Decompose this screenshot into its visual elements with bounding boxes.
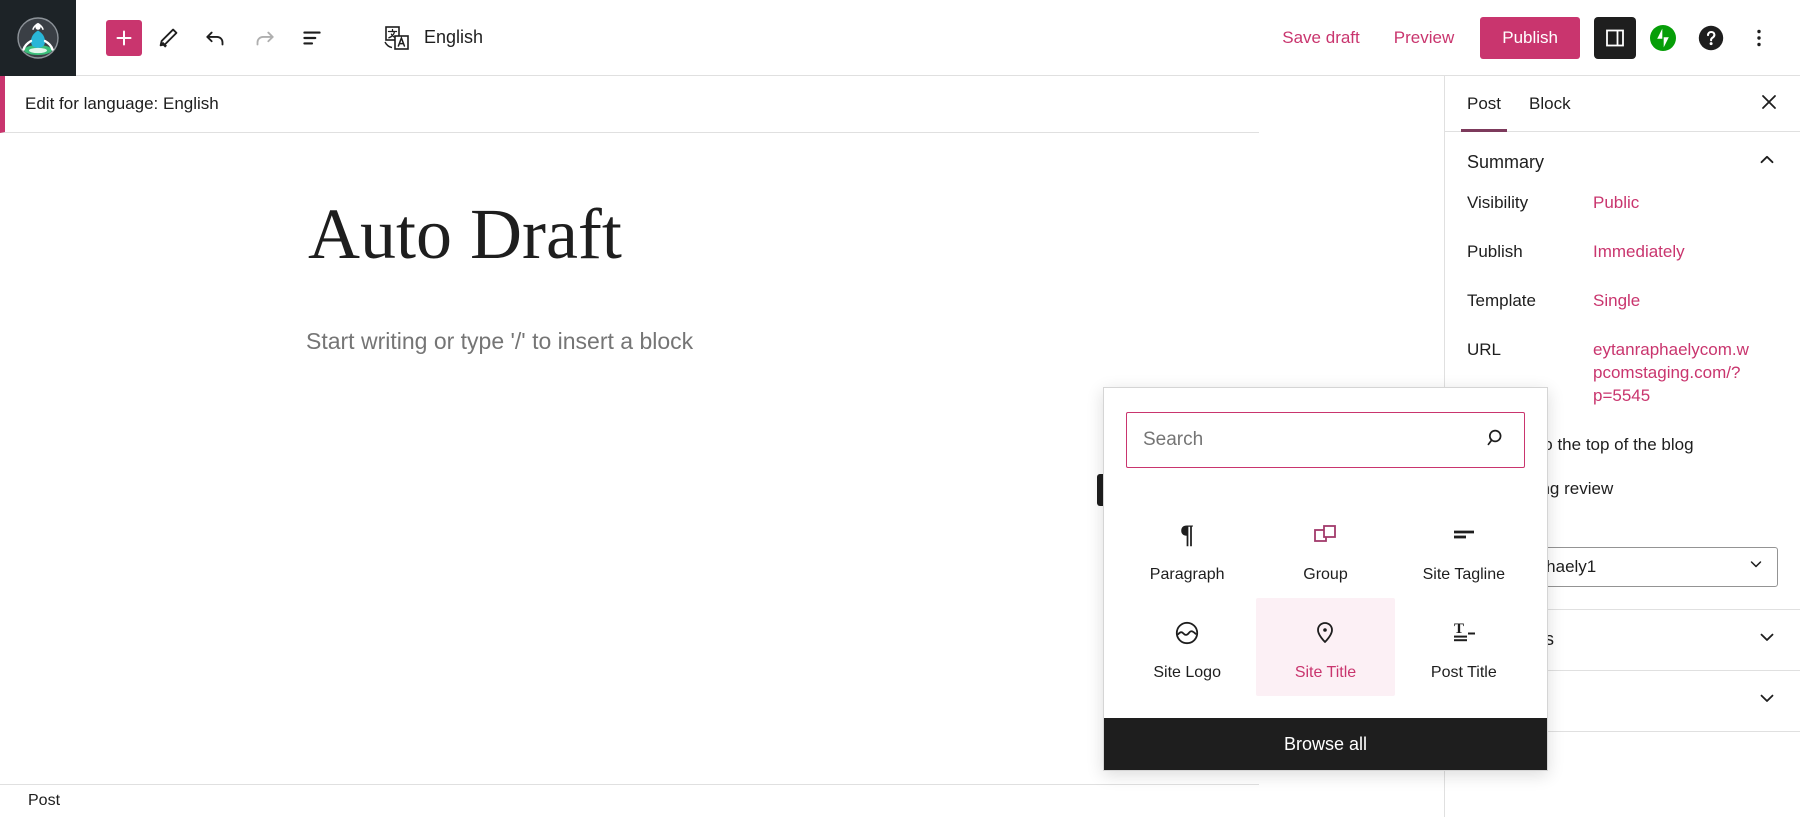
more-options-button[interactable] bbox=[1738, 17, 1780, 59]
block-item-paragraph[interactable]: ¶ Paragraph bbox=[1118, 500, 1256, 598]
summary-panel-header[interactable]: Summary bbox=[1445, 132, 1800, 192]
svg-text:¶: ¶ bbox=[1180, 520, 1194, 549]
tools-edit-button[interactable] bbox=[146, 16, 190, 60]
block-item-group[interactable]: Group bbox=[1256, 500, 1394, 598]
block-label: Site Tagline bbox=[1423, 566, 1505, 584]
svg-text:T: T bbox=[1454, 621, 1464, 637]
notice-text: Edit for language: English bbox=[25, 94, 219, 114]
wordpress-block-editor: English Save draft Preview Publish bbox=[0, 0, 1800, 817]
tab-post[interactable]: Post bbox=[1453, 76, 1515, 132]
close-icon bbox=[1758, 91, 1780, 113]
block-item-post-title[interactable]: T Post Title bbox=[1395, 598, 1533, 696]
editor-status-bar: Post bbox=[0, 784, 1259, 817]
visibility-value[interactable]: Public bbox=[1593, 192, 1753, 215]
chevron-down-icon bbox=[1747, 555, 1765, 578]
preview-button[interactable]: Preview bbox=[1380, 20, 1468, 56]
block-item-site-logo[interactable]: Site Logo bbox=[1118, 598, 1256, 696]
summary-row-template: Template Single bbox=[1445, 290, 1800, 313]
chevron-down-icon bbox=[1756, 626, 1778, 653]
editor-top-toolbar: English Save draft Preview Publish bbox=[0, 0, 1800, 76]
editor-canvas[interactable]: Auto Draft Start writing or type '/' to … bbox=[0, 133, 1259, 684]
yoga-site-logo-icon bbox=[15, 15, 61, 61]
inserter-search-wrap bbox=[1104, 388, 1547, 482]
list-view-button[interactable] bbox=[290, 16, 334, 60]
block-label: Site Title bbox=[1295, 664, 1356, 682]
redo-icon bbox=[251, 25, 277, 51]
summary-title: Summary bbox=[1467, 152, 1544, 173]
inserter-search-input[interactable] bbox=[1143, 429, 1484, 451]
post-title-field[interactable]: Auto Draft bbox=[308, 195, 622, 274]
breadcrumb[interactable]: Post bbox=[28, 792, 60, 810]
paragraph-block-placeholder[interactable]: Start writing or type '/' to insert a bl… bbox=[306, 328, 693, 355]
publish-date-value[interactable]: Immediately bbox=[1593, 241, 1753, 264]
sidebar-tablist: Post Block bbox=[1445, 76, 1800, 132]
url-label: URL bbox=[1467, 339, 1593, 360]
chevron-down-icon bbox=[1756, 687, 1778, 714]
chevron-up-icon bbox=[1756, 149, 1778, 176]
help-button[interactable] bbox=[1690, 17, 1732, 59]
block-label: Paragraph bbox=[1150, 566, 1225, 584]
url-value[interactable]: eytanraphaelycom.wpcomstaging.com/?p=554… bbox=[1593, 339, 1753, 408]
undo-icon bbox=[203, 25, 229, 51]
save-draft-button[interactable]: Save draft bbox=[1268, 20, 1374, 56]
inserter-search-box[interactable] bbox=[1126, 412, 1525, 468]
plus-icon bbox=[114, 28, 134, 48]
settings-sidebar-toggle[interactable] bbox=[1594, 17, 1636, 59]
block-label: Group bbox=[1303, 566, 1347, 584]
language-edit-notice: Edit for language: English bbox=[0, 76, 1259, 133]
pencil-icon bbox=[155, 25, 181, 51]
add-block-button[interactable] bbox=[106, 20, 142, 56]
publish-button[interactable]: Publish bbox=[1480, 17, 1580, 59]
close-sidebar-button[interactable] bbox=[1746, 81, 1792, 126]
summary-row-publish: Publish Immediately bbox=[1445, 241, 1800, 264]
jetpack-icon bbox=[1649, 24, 1677, 52]
toolbar-left-group: English bbox=[76, 16, 483, 60]
block-label: Post Title bbox=[1431, 664, 1497, 682]
undo-button[interactable] bbox=[194, 16, 238, 60]
three-dots-vertical-icon bbox=[1747, 26, 1771, 50]
summary-row-visibility: Visibility Public bbox=[1445, 192, 1800, 215]
translate-icon bbox=[382, 23, 412, 53]
template-label: Template bbox=[1467, 290, 1593, 311]
site-logo-button[interactable] bbox=[0, 0, 76, 76]
site-title-icon bbox=[1311, 616, 1339, 650]
redo-button[interactable] bbox=[242, 16, 286, 60]
language-switcher[interactable]: English bbox=[382, 23, 483, 53]
site-tagline-icon bbox=[1449, 518, 1479, 552]
post-title-icon: T bbox=[1449, 616, 1479, 650]
template-value[interactable]: Single bbox=[1593, 290, 1753, 313]
block-inserter-popover: ¶ Paragraph Group bbox=[1103, 387, 1548, 771]
visibility-label: Visibility bbox=[1467, 192, 1593, 213]
browse-all-button[interactable]: Browse all bbox=[1104, 718, 1547, 770]
help-icon bbox=[1697, 24, 1725, 52]
sidebar-panel-icon bbox=[1603, 26, 1627, 50]
tab-block[interactable]: Block bbox=[1515, 76, 1585, 132]
block-label: Site Logo bbox=[1153, 664, 1221, 682]
language-label: English bbox=[424, 27, 483, 48]
group-icon bbox=[1311, 518, 1339, 552]
block-item-site-title[interactable]: Site Title bbox=[1256, 598, 1394, 696]
paragraph-icon: ¶ bbox=[1173, 518, 1201, 552]
toolbar-right-group: Save draft Preview Publish bbox=[1268, 17, 1800, 59]
inserter-block-grid: ¶ Paragraph Group bbox=[1104, 482, 1547, 718]
jetpack-button[interactable] bbox=[1642, 17, 1684, 59]
site-logo-icon bbox=[1173, 616, 1201, 650]
publish-date-label: Publish bbox=[1467, 241, 1593, 262]
list-view-icon bbox=[299, 25, 325, 51]
search-icon bbox=[1484, 426, 1508, 455]
block-item-site-tagline[interactable]: Site Tagline bbox=[1395, 500, 1533, 598]
